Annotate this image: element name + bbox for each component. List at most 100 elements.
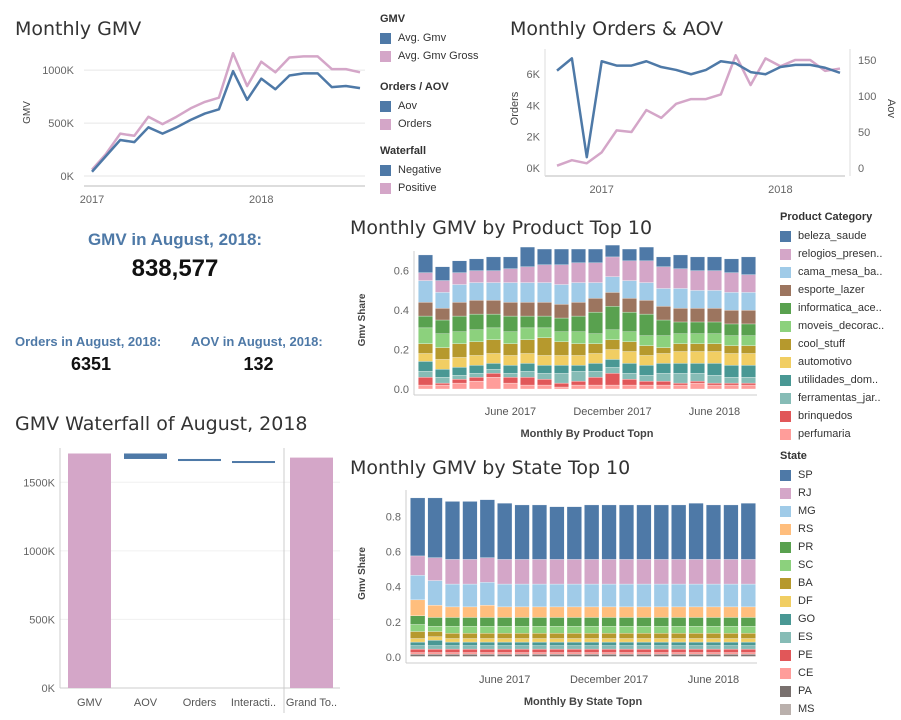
share-bar-segment [427,617,443,627]
share-bar-segment [724,323,739,336]
share-bar-segment [706,652,721,655]
state-legend-item[interactable]: MS [780,700,816,718]
share-bar-segment [707,343,722,352]
legend-item-avg-gmv-gross[interactable]: Avg. Gmv Gross [380,47,478,65]
state-legend-item[interactable]: CE [780,664,816,682]
legend-title-product: Product Category [780,211,873,223]
share-bar-segment [571,343,586,356]
product-legend-item[interactable]: moveis_decorac.. [780,317,884,335]
share-bar-segment [486,256,501,271]
share-bar-segment [688,606,704,618]
share-bar-segment [549,648,565,653]
swatch [380,164,391,176]
gmv-line-chart[interactable]: 0K 500K 1000K GMV 2017 2018 [0,44,370,210]
product-legend-item[interactable]: brinquedos [780,407,884,425]
share-bar-segment [639,365,654,376]
product-legend-item[interactable]: ferramentas_jar.. [780,389,884,407]
product-legend-item[interactable]: utilidades_dom.. [780,371,884,389]
share-bar-segment [723,617,739,627]
share-bar-segment [549,633,565,639]
share-bar-segment [706,641,721,646]
waterfall-chart[interactable]: 0K 500K 1000K 1500K GMV AOV Orders Interacti.. G… [0,440,345,720]
share-bar-segment [514,652,530,655]
product-legend-item[interactable]: esporte_lazer [780,281,884,299]
share-bar-segment [520,371,535,378]
share-bar-segment [566,617,582,627]
state-legend-item[interactable]: GO [780,610,816,628]
product-legend-item[interactable]: relogios_presen.. [780,245,884,263]
state-share-chart[interactable]: 0.0 0.2 0.4 0.6 0.8 Gmv Share June 2017 Decembe… [345,482,770,707]
share-bar-segment [532,652,547,655]
state-legend-item[interactable]: RS [780,520,816,538]
share-bar-segment [588,353,603,364]
share-bar-segment [605,329,620,340]
orders-aov-chart[interactable]: 0K 2K 4K 6K 0 50 100 150 Orders Aov 2017 2018 [500,44,901,204]
share-bar-segment [601,626,617,634]
swatch [780,613,791,625]
share-bar-segment [486,300,501,315]
gmv-xtick-label: 2018 [249,194,273,206]
share-bar-segment [445,501,460,560]
share-bar-segment [707,375,722,384]
orders-xtick-label: 2018 [768,184,792,196]
product-share-chart[interactable]: 0.0 0.2 0.4 0.6 Gmv Share June 2017 December 2… [345,240,770,440]
share-bar-segment [690,256,705,271]
share-bar-segment [584,654,600,657]
state-legend-item[interactable]: PA [780,682,816,700]
legend-label: SC [798,559,814,571]
state-legend-item[interactable]: PE [780,646,816,664]
product-chart-title: Monthly GMV by Product Top 10 [350,217,653,239]
state-legend-item[interactable]: ES [780,628,816,646]
share-bar-segment [549,559,565,585]
share-bar-segment [588,333,603,344]
legend-item-negative[interactable]: Negative [380,161,441,179]
share-bar-segment [741,384,756,390]
waterfall-xtick-label: Orders [183,697,217,709]
share-bar-segment [503,268,518,283]
product-legend-item[interactable]: beleza_saude [780,227,884,245]
state-legend-item[interactable]: RJ [780,484,816,502]
share-ytick-label: 0.6 [386,547,401,559]
share-bar-segment [486,373,501,378]
share-bar-segment [639,375,654,382]
share-bar-segment [435,280,450,293]
state-legend-item[interactable]: PR [780,538,816,556]
share-bar-segment [554,373,569,384]
share-bar-segment [452,382,467,390]
legend-item-orders[interactable]: Orders [380,115,449,133]
share-bar-segment [673,363,688,374]
swatch [780,469,791,481]
product-legend-item[interactable]: cama_mesa_ba.. [780,263,884,281]
share-bar-segment [584,645,600,650]
share-bar-segment [690,343,705,352]
share-bar-segment [566,652,582,655]
share-bar-segment [636,504,652,560]
legend-item-avg-gmv[interactable]: Avg. Gmv [380,29,478,47]
product-legend-item[interactable]: cool_stuff [780,335,884,353]
share-bar-segment [503,365,518,374]
share-bar-segment [479,557,495,583]
state-legend-item[interactable]: BA [780,574,816,592]
legend-label: brinquedos [798,410,853,422]
product-legend-item[interactable]: perfumaria [780,425,884,443]
share-bar-segment [656,288,671,307]
state-legend-item[interactable]: SP [780,466,816,484]
product-legend-item[interactable]: automotivo [780,353,884,371]
share-bar-segment [445,633,460,639]
share-bar-segment [452,367,467,376]
share-bar-segment [418,361,433,372]
share-bar-segment [479,617,495,627]
legend-item-aov[interactable]: Aov [380,97,449,115]
share-ylabel: Gmv Share [357,547,368,600]
state-legend: State SP RJ MG RS PR SC BA DF GO ES PE CE PA MS [780,450,816,720]
share-bar-segment [688,648,704,653]
share-bar-segment [418,327,433,344]
share-bar-segment [497,626,513,634]
swatch [380,50,391,62]
product-legend-item[interactable]: informatica_ace.. [780,299,884,317]
legend-item-positive[interactable]: Positive [380,179,441,197]
state-legend-item[interactable]: DF [780,592,816,610]
state-legend-item[interactable]: SC [780,556,816,574]
state-legend-item[interactable]: MG [780,502,816,520]
share-bar-segment [520,282,535,303]
